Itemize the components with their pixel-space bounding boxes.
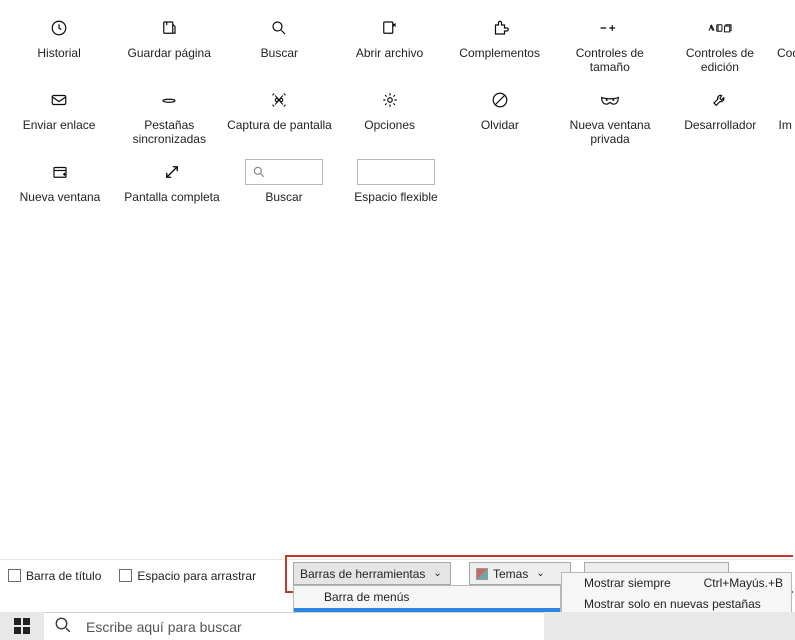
menu-item-label: Barra de menús xyxy=(324,590,409,604)
item-synced-tabs[interactable]: Pestañas sincronizadas xyxy=(114,82,224,154)
menu-item-label: Mostrar solo en nuevas pestañas xyxy=(584,597,761,611)
checkbox-label: Espacio para arrastrar xyxy=(137,569,256,583)
save-page-icon xyxy=(116,14,222,42)
wrench-icon xyxy=(667,86,773,114)
new-window-icon xyxy=(6,158,114,186)
taskbar-search[interactable]: Escribe aquí para buscar xyxy=(44,612,544,640)
screenshot-icon xyxy=(226,86,332,114)
clock-icon xyxy=(6,14,112,42)
search-icon xyxy=(226,14,332,42)
file-open-icon xyxy=(336,14,442,42)
checkbox-title-bar[interactable]: Barra de título xyxy=(8,569,101,583)
checkbox-drag-space[interactable]: Espacio para arrastrar xyxy=(119,569,256,583)
item-print[interactable]: Im xyxy=(775,82,795,154)
search-icon xyxy=(54,616,72,637)
item-label: Codif xyxy=(777,46,793,60)
search-box-widget xyxy=(230,158,338,186)
item-private-window[interactable]: Nueva ventana privada xyxy=(555,82,665,154)
item-label: Nueva ventana privada xyxy=(557,118,663,146)
item-label: Buscar xyxy=(226,46,332,60)
item-label: Historial xyxy=(6,46,112,60)
gear-icon xyxy=(337,86,443,114)
item-label: Buscar xyxy=(230,190,338,204)
item-label: Olvidar xyxy=(447,118,553,132)
item-label: Guardar página xyxy=(116,46,222,60)
item-options[interactable]: Opciones xyxy=(335,82,445,154)
menu-item-label: Mostrar siempre xyxy=(584,576,671,590)
mail-icon xyxy=(6,86,112,114)
dropdown-label: Barras de herramientas xyxy=(300,567,425,581)
edit-tools-icon xyxy=(667,14,773,42)
items-row: Nueva ventana Pantalla completa Buscar E… xyxy=(4,154,795,212)
item-edit-controls[interactable]: Controles de edición xyxy=(665,10,775,82)
menu-item-menubar[interactable]: Barra de menús xyxy=(294,586,560,608)
item-label: Pestañas sincronizadas xyxy=(116,118,222,146)
item-label: Enviar enlace xyxy=(6,118,112,132)
items-row: Enviar enlace Pestañas sincronizadas Cap… xyxy=(4,82,795,154)
dropdown-label: Temas xyxy=(493,567,528,581)
item-label: Complementos xyxy=(447,46,553,60)
item-label: Captura de pantalla xyxy=(226,118,332,132)
item-screenshot[interactable]: Captura de pantalla xyxy=(224,82,334,154)
item-flexible-space[interactable]: Espacio flexible xyxy=(340,154,452,212)
item-label: Im xyxy=(777,118,793,132)
item-new-window[interactable]: Nueva ventana xyxy=(4,154,116,212)
item-developer[interactable]: Desarrollador xyxy=(665,82,775,154)
item-label: Controles de edición xyxy=(667,46,773,74)
windows-logo-icon xyxy=(14,618,30,634)
checkbox-box-icon xyxy=(8,569,21,582)
item-label: Opciones xyxy=(337,118,443,132)
menu-item-always-show[interactable]: Mostrar siempre Ctrl+Mayús.+B xyxy=(562,573,791,594)
item-label: Espacio flexible xyxy=(342,190,450,204)
item-label: Nueva ventana xyxy=(6,190,114,204)
checkbox-box-icon xyxy=(119,569,132,582)
item-history[interactable]: Historial xyxy=(4,10,114,82)
menu-item-shortcut: Ctrl+Mayús.+B xyxy=(704,573,783,594)
customize-items-grid: Historial Guardar página Buscar Abrir ar… xyxy=(0,0,795,212)
chevron-down-icon: ⌄ xyxy=(433,568,441,579)
item-label: Controles de tamaño xyxy=(557,46,663,74)
item-label: Abrir archivo xyxy=(336,46,442,60)
item-label: Pantalla completa xyxy=(118,190,226,204)
encoding-icon xyxy=(777,14,793,42)
fullscreen-icon xyxy=(118,158,226,186)
windows-taskbar: Escribe aquí para buscar xyxy=(0,612,795,640)
item-zoom-controls[interactable]: Controles de tamaño xyxy=(555,10,665,82)
print-icon xyxy=(777,86,793,114)
zoom-icon xyxy=(557,14,663,42)
forget-icon xyxy=(447,86,553,114)
puzzle-icon xyxy=(447,14,553,42)
chevron-down-icon: ⌄ xyxy=(536,568,544,579)
mask-icon xyxy=(557,86,663,114)
start-button[interactable] xyxy=(0,612,44,640)
flex-space-widget xyxy=(342,158,450,186)
items-row: Historial Guardar página Buscar Abrir ar… xyxy=(4,10,795,82)
item-label: Desarrollador xyxy=(667,118,773,132)
dropdown-themes[interactable]: Temas ⌄ xyxy=(469,562,571,585)
themes-icon xyxy=(476,568,488,580)
search-placeholder: Escribe aquí para buscar xyxy=(86,619,242,635)
item-open-file[interactable]: Abrir archivo xyxy=(334,10,444,82)
item-forget[interactable]: Olvidar xyxy=(445,82,555,154)
checkbox-label: Barra de título xyxy=(26,569,101,583)
item-find[interactable]: Buscar xyxy=(224,10,334,82)
item-save-page[interactable]: Guardar página xyxy=(114,10,224,82)
item-search-box[interactable]: Buscar xyxy=(228,154,340,212)
item-email-link[interactable]: Enviar enlace xyxy=(4,82,114,154)
item-encoding[interactable]: Codif xyxy=(775,10,795,82)
dropdown-toolbars[interactable]: Barras de herramientas ⌄ xyxy=(293,562,451,585)
item-fullscreen[interactable]: Pantalla completa xyxy=(116,154,228,212)
synced-tabs-icon xyxy=(116,86,222,114)
item-addons[interactable]: Complementos xyxy=(445,10,555,82)
